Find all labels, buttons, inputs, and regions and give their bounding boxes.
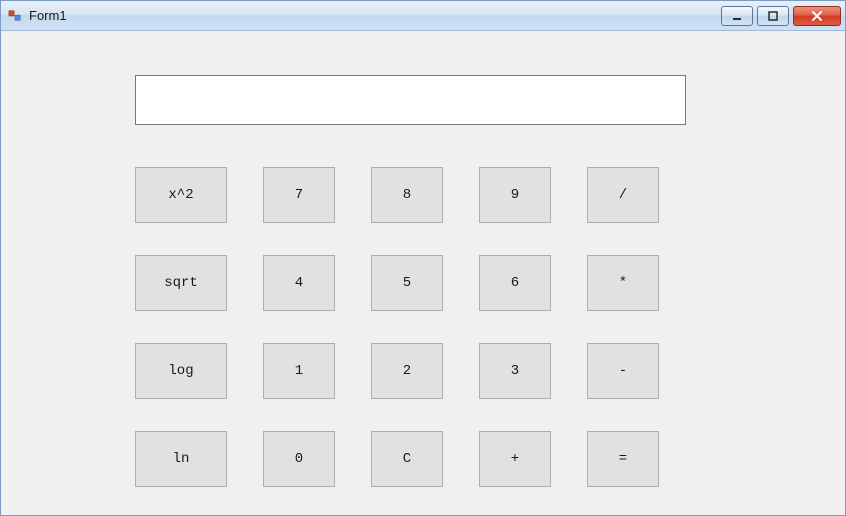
app-icon — [7, 8, 23, 24]
digit-3-button[interactable]: 3 — [479, 343, 551, 399]
equals-button[interactable]: = — [587, 431, 659, 487]
digit-2-button[interactable]: 2 — [371, 343, 443, 399]
digit-8-button[interactable]: 8 — [371, 167, 443, 223]
digit-0-button[interactable]: 0 — [263, 431, 335, 487]
titlebar: Form1 — [1, 1, 845, 31]
subtract-button[interactable]: - — [587, 343, 659, 399]
square-button[interactable]: x^2 — [135, 167, 227, 223]
titlebar-left: Form1 — [7, 8, 67, 24]
ln-button[interactable]: ln — [135, 431, 227, 487]
digit-6-button[interactable]: 6 — [479, 255, 551, 311]
window-controls — [721, 6, 845, 26]
maximize-button[interactable] — [757, 6, 789, 26]
digit-5-button[interactable]: 5 — [371, 255, 443, 311]
add-button[interactable]: + — [479, 431, 551, 487]
window-title: Form1 — [29, 8, 67, 23]
client-area: x^2 7 8 9 / sqrt 4 5 6 * log 1 2 3 - ln … — [1, 31, 845, 515]
digit-7-button[interactable]: 7 — [263, 167, 335, 223]
sqrt-button[interactable]: sqrt — [135, 255, 227, 311]
app-window: Form1 x^2 7 8 — [0, 0, 846, 516]
multiply-button[interactable]: * — [587, 255, 659, 311]
calculator-display[interactable] — [135, 75, 686, 125]
digit-4-button[interactable]: 4 — [263, 255, 335, 311]
minimize-button[interactable] — [721, 6, 753, 26]
button-grid: x^2 7 8 9 / sqrt 4 5 6 * log 1 2 3 - ln … — [135, 167, 686, 487]
divide-button[interactable]: / — [587, 167, 659, 223]
close-button[interactable] — [793, 6, 841, 26]
clear-button[interactable]: C — [371, 431, 443, 487]
log-button[interactable]: log — [135, 343, 227, 399]
digit-9-button[interactable]: 9 — [479, 167, 551, 223]
digit-1-button[interactable]: 1 — [263, 343, 335, 399]
